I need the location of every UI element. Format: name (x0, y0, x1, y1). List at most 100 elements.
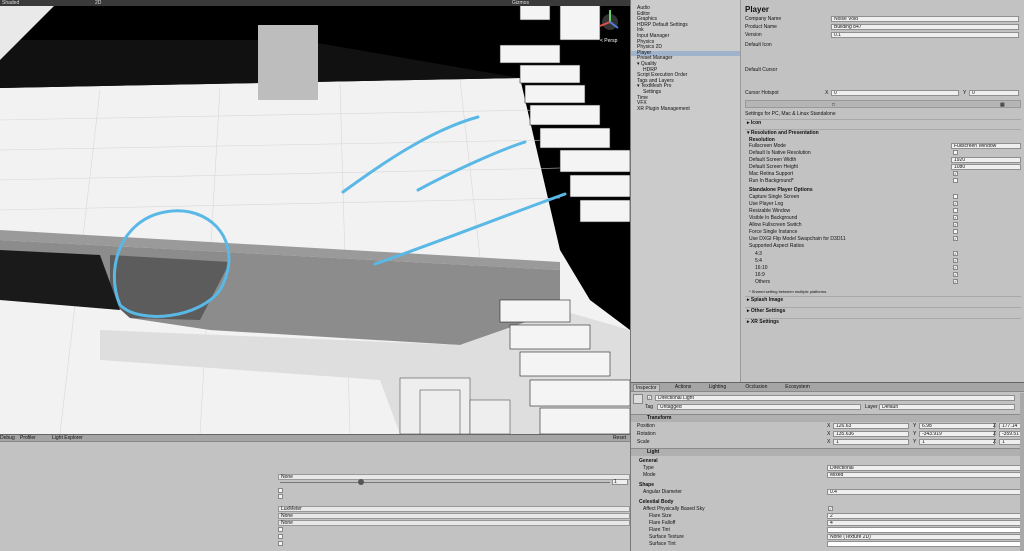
surface-texture-field[interactable]: None (Texture 2D) (827, 534, 1021, 540)
player-log-checkbox[interactable]: ✓ (953, 201, 958, 206)
mode-dropdown[interactable]: Mixed (827, 472, 1021, 478)
rotation-label: Rotation (637, 431, 656, 437)
scale-x-field[interactable]: 1 (833, 439, 909, 445)
product-name-label: Product Name (745, 24, 777, 30)
layer-dropdown[interactable]: Default (879, 404, 1015, 410)
flare-falloff-field[interactable]: 4 (827, 520, 1021, 526)
debug-tab[interactable]: Profiler (20, 435, 36, 442)
angular-diameter-field[interactable]: 0.4 (827, 489, 1021, 495)
default-icon-label: Default Icon (745, 42, 772, 48)
xr-settings-section[interactable]: ▸ XR Settings (745, 318, 1021, 325)
position-z-label: Z (993, 423, 997, 429)
flare-tint-swatch[interactable] (827, 527, 1021, 533)
aspect-16-10-checkbox[interactable]: ✓ (953, 265, 958, 270)
product-name-field[interactable]: Building 847 (831, 24, 1019, 30)
debug-mode-dropdown[interactable]: None (278, 474, 630, 480)
debug-dropdown-3[interactable]: None (278, 520, 630, 526)
inspector-tab[interactable]: Ecosystem (783, 384, 811, 391)
visible-bg-checkbox[interactable]: ✓ (953, 215, 958, 220)
single-instance-checkbox[interactable] (953, 229, 958, 234)
rotation-z-field[interactable]: -359.517 (999, 431, 1021, 437)
debug-lux-dropdown[interactable]: LuxMeter (278, 506, 630, 512)
position-label: Position (637, 423, 655, 429)
scale-y-field[interactable]: 1 (919, 439, 995, 445)
transform-component-header[interactable]: Transform (631, 414, 1024, 422)
reset-button[interactable]: Reset (613, 435, 626, 442)
settings-nav-item[interactable]: HDRP Default Settings (637, 22, 688, 28)
inspector-tab[interactable]: Inspector (633, 384, 660, 391)
aspect-4-3-checkbox[interactable]: ✓ (953, 251, 958, 256)
hotspot-y-field[interactable]: 0 (969, 90, 1019, 96)
hotspot-x-field[interactable]: 0 (831, 90, 959, 96)
version-field[interactable]: 0.1 (831, 32, 1019, 38)
position-y-field[interactable]: 6.98 (919, 423, 995, 429)
inspector-tab[interactable]: Lighting (707, 384, 729, 391)
fullscreen-mode-dropdown[interactable]: Fullscreen Window (951, 143, 1021, 149)
debug-checkbox-5[interactable] (278, 541, 283, 546)
debug-tab-bar: Reset Debug Profiler Light Explorer (0, 435, 630, 442)
hotspot-y-label: Y (963, 90, 967, 96)
aspect-5-4-checkbox[interactable]: ✓ (953, 258, 958, 263)
light-component-header[interactable]: Light (631, 448, 1024, 456)
run-bg-checkbox[interactable] (953, 178, 958, 183)
object-name-field[interactable]: Directional Light (655, 395, 1015, 401)
debug-checkbox-1[interactable] (278, 488, 283, 493)
dxgi-checkbox[interactable]: ✓ (953, 236, 958, 241)
scene-render (0, 0, 630, 434)
splash-section[interactable]: ▸ Splash Image (745, 296, 1021, 303)
position-x-label: X (827, 423, 831, 429)
rotation-x-label: X (827, 431, 831, 437)
flare-size-field[interactable]: 2 (827, 513, 1021, 519)
position-z-field[interactable]: 177.14 (999, 423, 1021, 429)
surface-tint-swatch[interactable] (827, 541, 1021, 547)
resolution-section[interactable]: ▾ Resolution and Presentation (745, 129, 1021, 136)
type-dropdown[interactable]: Directional (827, 465, 1021, 471)
screen-height-field[interactable]: 1080 (951, 164, 1021, 170)
debug-slider-knob[interactable] (358, 479, 364, 485)
icon-section[interactable]: ▸ Icon (745, 119, 1021, 126)
default-native-checkbox[interactable] (953, 150, 958, 155)
scale-label: Scale (637, 439, 650, 445)
active-checkbox[interactable]: ✓ (647, 395, 652, 400)
debug-tab[interactable]: Debug (0, 435, 15, 442)
debug-slider-value[interactable]: 1 (612, 479, 628, 485)
screen-width-field[interactable]: 1920 (951, 157, 1021, 163)
2d-toggle[interactable]: 2D (95, 0, 101, 6)
mode-label: Mode (643, 472, 656, 478)
windows-icon[interactable]: ▦ (1000, 102, 1005, 108)
affect-sky-checkbox[interactable]: ✓ (828, 506, 833, 511)
debug-checkbox-4[interactable] (278, 534, 283, 539)
other-settings-section[interactable]: ▸ Other Settings (745, 307, 1021, 314)
debug-slider-track[interactable] (280, 482, 610, 483)
debug-dropdown-2[interactable]: None (278, 513, 630, 519)
shading-dropdown[interactable]: Shaded (2, 0, 19, 6)
debug-tab[interactable]: Light Explorer (52, 435, 83, 442)
debug-checkbox-2[interactable] (278, 494, 283, 499)
company-name-field[interactable]: Noise Void (831, 16, 1019, 22)
inspector-tab[interactable]: Occlusion (743, 384, 769, 391)
scene-toolbar: Shaded 2D Gizmos < Persp (0, 0, 630, 44)
scale-z-field[interactable]: 1 (999, 439, 1021, 445)
scene-view[interactable]: Shaded 2D Gizmos < Persp (0, 0, 630, 434)
rotation-x-field[interactable]: 135.636 (833, 431, 909, 437)
rotation-y-field[interactable]: -343.919 (919, 431, 995, 437)
resizable-checkbox[interactable] (953, 208, 958, 213)
gizmos-dropdown[interactable]: Gizmos (512, 0, 529, 6)
platform-tabs[interactable]: □ ▦ (745, 100, 1021, 108)
flare-falloff-label: Flare Falloff (649, 520, 676, 526)
tag-dropdown[interactable]: Untagged (657, 404, 861, 410)
aspect-16-9-label: 16:9 (755, 272, 765, 278)
scale-x-label: X (827, 439, 831, 445)
position-x-field[interactable]: 126.63 (833, 423, 909, 429)
capture-single-checkbox[interactable] (953, 194, 958, 199)
settings-nav-item[interactable]: XR Plugin Management (637, 106, 690, 112)
inspector-scrollbar[interactable] (1020, 393, 1024, 551)
aspect-16-9-checkbox[interactable]: ✓ (953, 272, 958, 277)
monitor-icon[interactable]: □ (832, 102, 835, 108)
debug-checkbox-3[interactable] (278, 527, 283, 532)
mac-retina-checkbox[interactable]: ✓ (953, 171, 958, 176)
persp-label[interactable]: < Persp (600, 38, 617, 44)
aspect-others-checkbox[interactable]: ✓ (953, 279, 958, 284)
inspector-tab[interactable]: Actions (673, 384, 693, 391)
fs-switch-checkbox[interactable]: ✓ (953, 222, 958, 227)
